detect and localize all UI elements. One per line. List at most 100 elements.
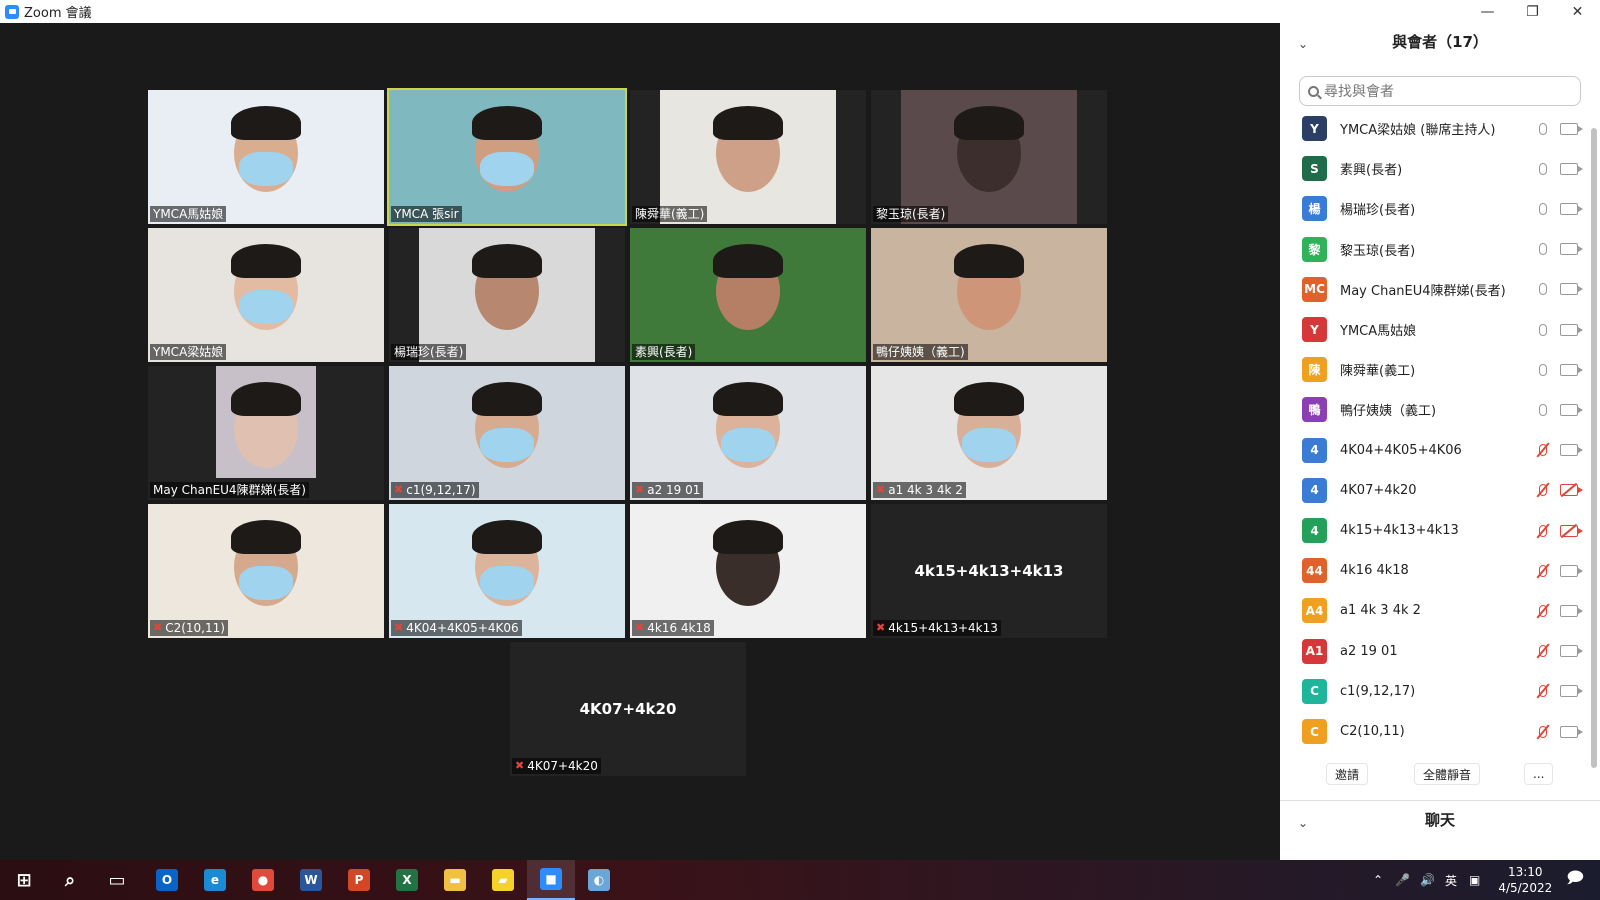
camera-off-icon[interactable] bbox=[1560, 484, 1583, 497]
participant-row[interactable]: A1 a2 19 01 bbox=[1280, 631, 1590, 672]
participant-row[interactable]: Cc1(9,12,17) bbox=[1280, 671, 1590, 712]
participant-row[interactable]: 4 4K07+4k20 bbox=[1280, 470, 1590, 511]
mic-icon[interactable] bbox=[1536, 402, 1550, 418]
tray-expand-icon[interactable]: ⌃ bbox=[1373, 873, 1383, 887]
system-tray: ⌃ 🎤 🔊 英 ▣ 13:10 4/5/2022 🗩 bbox=[1373, 860, 1600, 900]
camera-icon[interactable] bbox=[1560, 725, 1583, 738]
participant-row[interactable]: MC May ChanEU4陳群娣(長者) bbox=[1280, 269, 1590, 310]
camera-icon[interactable] bbox=[1560, 403, 1583, 416]
participant-row[interactable]: 陳陳舜華(義工) bbox=[1280, 349, 1590, 390]
participant-hair bbox=[472, 106, 542, 140]
paint-icon[interactable]: ◐ bbox=[575, 860, 623, 900]
video-tile[interactable]: YMCA 張sir bbox=[387, 88, 627, 226]
video-tile[interactable]: ✖ 4k16 4k18 bbox=[630, 504, 866, 638]
face-mask bbox=[480, 428, 534, 462]
camera-off-icon[interactable] bbox=[1560, 524, 1583, 537]
clock-time: 13:10 bbox=[1507, 865, 1543, 879]
ime-mode-icon[interactable]: ▣ bbox=[1469, 873, 1480, 887]
task-view-icon[interactable]: ▭ bbox=[93, 860, 141, 900]
participant-row[interactable]: 楊楊瑞珍(長者) bbox=[1280, 188, 1590, 229]
camera-icon[interactable] bbox=[1560, 202, 1583, 215]
zoom-icon[interactable]: ■ bbox=[527, 860, 575, 900]
invite-button[interactable]: 邀請 bbox=[1326, 763, 1369, 785]
video-tile[interactable]: ✖ C2(10,11) bbox=[148, 504, 384, 638]
camera-icon[interactable] bbox=[1560, 444, 1583, 457]
restore-button[interactable]: ❐ bbox=[1510, 0, 1555, 23]
video-tile[interactable]: 鴨仔姨姨（義工) bbox=[871, 228, 1107, 362]
camera-icon[interactable] bbox=[1560, 685, 1583, 698]
participant-row[interactable]: 4 4K04+4K05+4K06 bbox=[1280, 430, 1590, 471]
mic-muted-icon[interactable] bbox=[1536, 683, 1550, 699]
taskbar-clock[interactable]: 13:10 4/5/2022 bbox=[1498, 864, 1552, 896]
chat-title[interactable]: 聊天 bbox=[1280, 809, 1600, 830]
participant-row[interactable]: 黎黎玉琼(長者) bbox=[1280, 229, 1590, 270]
camera-icon[interactable] bbox=[1560, 243, 1583, 256]
participant-row[interactable]: Y YMCA馬姑娘 bbox=[1280, 309, 1590, 350]
video-tile[interactable]: 楊瑞珍(長者) bbox=[389, 228, 625, 362]
video-tile[interactable]: 陳舜華(義工) bbox=[630, 90, 866, 224]
outlook-icon[interactable]: O bbox=[143, 860, 191, 900]
mic-icon[interactable] bbox=[1536, 161, 1550, 177]
participant-row[interactable]: 44 4k16 4k18 bbox=[1280, 550, 1590, 591]
video-tile[interactable]: May ChanEU4陳群娣(長者) bbox=[148, 366, 384, 500]
camera-icon[interactable] bbox=[1560, 162, 1583, 175]
participant-row[interactable]: 4 4k15+4k13+4k13 bbox=[1280, 510, 1590, 551]
input-language-indicator[interactable]: 英 bbox=[1445, 872, 1457, 889]
video-tile[interactable]: 黎玉琼(長者) bbox=[871, 90, 1107, 224]
search-icon[interactable]: ⌕ bbox=[46, 860, 94, 900]
mic-muted-icon[interactable] bbox=[1536, 442, 1550, 458]
start-icon[interactable]: ⊞ bbox=[0, 860, 48, 900]
sticky-notes-icon[interactable]: ▰ bbox=[479, 860, 527, 900]
participant-row[interactable]: C C2(10,11) bbox=[1280, 711, 1590, 752]
notifications-icon[interactable]: 🗩 bbox=[1566, 867, 1584, 894]
video-tile[interactable]: YMCA馬姑娘 bbox=[148, 90, 384, 224]
participant-avatar: Y bbox=[1302, 317, 1327, 342]
volume-icon[interactable]: 🔊 bbox=[1420, 873, 1435, 887]
mic-muted-icon[interactable] bbox=[1536, 603, 1550, 619]
video-tile[interactable]: ✖ a1 4k 3 4k 2 bbox=[871, 366, 1107, 500]
close-button[interactable]: ✕ bbox=[1555, 0, 1600, 23]
video-tile[interactable]: 4K07+4k20 ✖ 4K07+4k20 bbox=[510, 642, 746, 776]
video-tile[interactable]: ✖ a2 19 01 bbox=[630, 366, 866, 500]
mic-icon[interactable] bbox=[1536, 121, 1550, 137]
participant-search-input[interactable]: 尋找與會者 bbox=[1299, 76, 1581, 106]
participant-row[interactable]: A4 a1 4k 3 4k 2 bbox=[1280, 590, 1590, 631]
mic-icon[interactable] bbox=[1536, 322, 1550, 338]
camera-icon[interactable] bbox=[1560, 645, 1583, 658]
participant-list-name: 楊瑞珍(長者) bbox=[1340, 203, 1416, 219]
participant-row[interactable]: S 素興(長者) bbox=[1280, 148, 1590, 189]
more-options-button[interactable]: ... bbox=[1524, 763, 1554, 785]
mic-muted-icon[interactable] bbox=[1536, 643, 1550, 659]
powerpoint-icon[interactable]: P bbox=[335, 860, 383, 900]
participant-list-scrollbar[interactable] bbox=[1591, 128, 1597, 768]
excel-icon[interactable]: X bbox=[383, 860, 431, 900]
edge-icon[interactable]: e bbox=[191, 860, 239, 900]
participant-row[interactable]: Y YMCA梁姑娘 (聯席主持人) bbox=[1280, 112, 1590, 149]
camera-icon[interactable] bbox=[1560, 283, 1583, 296]
camera-icon[interactable] bbox=[1560, 323, 1583, 336]
word-icon[interactable]: W bbox=[287, 860, 335, 900]
camera-icon[interactable] bbox=[1560, 122, 1583, 135]
minimize-button[interactable]: — bbox=[1465, 0, 1510, 23]
mic-icon[interactable] bbox=[1536, 362, 1550, 378]
video-tile[interactable]: ✖ c1(9,12,17) bbox=[389, 366, 625, 500]
mic-icon[interactable] bbox=[1536, 201, 1550, 217]
camera-icon[interactable] bbox=[1560, 363, 1583, 376]
camera-icon[interactable] bbox=[1560, 564, 1583, 577]
chrome-icon[interactable]: ● bbox=[239, 860, 287, 900]
video-tile[interactable]: 4k15+4k13+4k13 ✖ 4k15+4k13+4k13 bbox=[871, 504, 1107, 638]
file-explorer-icon[interactable]: ▬ bbox=[431, 860, 479, 900]
mic-muted-icon[interactable] bbox=[1536, 563, 1550, 579]
mic-muted-icon[interactable] bbox=[1536, 724, 1550, 740]
video-tile[interactable]: 素興(長者) bbox=[630, 228, 866, 362]
mic-muted-icon[interactable] bbox=[1536, 482, 1550, 498]
video-tile[interactable]: ✖ 4K04+4K05+4K06 bbox=[389, 504, 625, 638]
video-tile[interactable]: YMCA梁姑娘 bbox=[148, 228, 384, 362]
mute-all-button[interactable]: 全體靜音 bbox=[1414, 763, 1481, 785]
microphone-icon[interactable]: 🎤 bbox=[1395, 873, 1410, 887]
camera-icon[interactable] bbox=[1560, 604, 1583, 617]
mic-icon[interactable] bbox=[1536, 241, 1550, 257]
mic-icon[interactable] bbox=[1536, 281, 1550, 297]
mic-muted-icon[interactable] bbox=[1536, 523, 1550, 539]
participant-row[interactable]: 鴨鴨仔姨姨（義工) bbox=[1280, 389, 1590, 430]
